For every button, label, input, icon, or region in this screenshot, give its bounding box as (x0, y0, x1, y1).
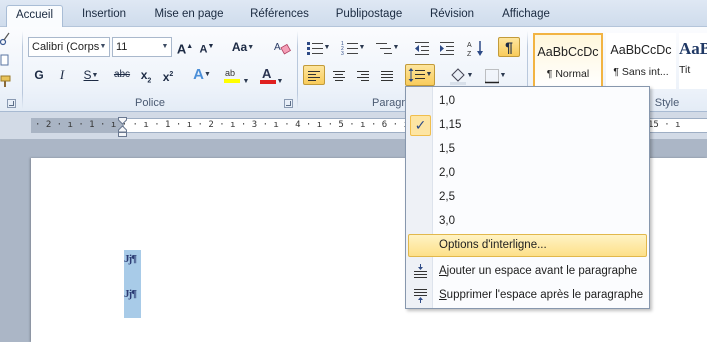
document-line[interactable]: Jj¶ (124, 253, 137, 265)
increase-indent-icon[interactable] (438, 37, 456, 57)
ruler-ticks: · 2 · ı · 1 · ı · · ı · 1 · ı · 2 · ı · … (35, 120, 464, 130)
change-case-icon[interactable]: Aa▼ (229, 37, 257, 57)
format-painter-icon[interactable] (0, 74, 12, 88)
menu-item-label: 1,5 (439, 143, 455, 155)
menu-item-label: 2,5 (439, 191, 455, 203)
line-spacing-button[interactable]: ▼ (405, 64, 435, 86)
tab-mise-en-page[interactable]: Mise en page (146, 5, 232, 27)
font-color-icon[interactable]: A ▼ (256, 65, 286, 85)
strikethrough-icon[interactable]: abc (112, 65, 132, 85)
subscript-icon[interactable]: x2 (138, 65, 154, 85)
menu-item-label: 1,15 (439, 119, 462, 131)
style-name: Tit (679, 64, 691, 76)
sort-icon[interactable]: AZ (466, 37, 486, 58)
line-spacing-option-1-15[interactable]: ✓ 1,15 (408, 114, 647, 137)
menu-item-accelerator: S (439, 289, 447, 301)
style-normal[interactable]: AaBbCcDc ¶ Normal (533, 33, 603, 89)
bold-icon[interactable]: G (32, 65, 46, 85)
add-space-before-paragraph[interactable]: Ajouter un espace avant le paragraphe (408, 260, 647, 283)
font-dialog-launcher[interactable] (284, 99, 293, 108)
show-paragraph-marks-icon[interactable]: ¶ (498, 37, 520, 57)
ribbon-tab-bar: Accueil Insertion Mise en page Référence… (0, 0, 707, 28)
numbering-icon[interactable]: 1 2 3 ▼ (338, 37, 368, 57)
shrink-font-icon[interactable]: A▼ (198, 37, 216, 57)
menu-item-accelerator: A (439, 265, 447, 277)
align-left-icon[interactable] (303, 65, 325, 85)
borders-icon[interactable]: ▼ (480, 65, 510, 85)
style-sample: AaBbCcDc (537, 45, 599, 59)
chevron-down-icon[interactable]: ▼ (159, 38, 171, 56)
add-space-before-icon (413, 264, 428, 279)
line-spacing-option-2-5[interactable]: 2,5 (408, 186, 647, 209)
checkmark-icon: ✓ (410, 115, 431, 136)
justify-icon[interactable] (376, 65, 398, 85)
decrease-indent-icon[interactable] (413, 37, 431, 57)
menu-item-label: 2,0 (439, 167, 455, 179)
style-title[interactable]: AaB Tit (679, 33, 707, 89)
tab-revision[interactable]: Révision (422, 5, 482, 27)
menu-item-label: 1,0 (439, 95, 455, 107)
tab-insertion[interactable]: Insertion (70, 5, 138, 27)
svg-text:3: 3 (341, 51, 344, 56)
font-size-combo[interactable]: 11 ▼ (112, 37, 172, 57)
svg-text:Z: Z (467, 51, 472, 57)
line-spacing-option-1-0[interactable]: 1,0 (408, 90, 647, 113)
font-group-label: Police (135, 97, 165, 109)
chevron-down-icon[interactable]: ▼ (97, 38, 109, 56)
style-sample: AaB (679, 39, 707, 58)
line-spacing-option-1-5[interactable]: 1,5 (408, 138, 647, 161)
svg-text:A: A (262, 66, 272, 81)
menu-item-label: Options d'interligne... (439, 239, 547, 251)
highlight-color-icon[interactable]: ab ▼ (221, 65, 251, 85)
style-no-spacing[interactable]: AaBbCcDc ¶ Sans int... (606, 33, 676, 89)
style-sample: AaBbCcDc (610, 43, 672, 57)
underline-icon[interactable]: S▼ (80, 65, 102, 85)
line-spacing-option-3-0[interactable]: 3,0 (408, 210, 647, 233)
document-line[interactable]: Jj¶ (124, 288, 137, 300)
tab-accueil[interactable]: Accueil (6, 5, 63, 28)
svg-text:ab: ab (225, 68, 235, 78)
superscript-icon[interactable]: x2 (160, 65, 176, 85)
menu-item-label: jouter un espace avant le paragraphe (446, 265, 638, 277)
style-name: ¶ Sans int... (613, 66, 669, 78)
style-name: ¶ Normal (546, 68, 590, 80)
indent-marker-icon[interactable] (118, 117, 127, 137)
text-effects-icon[interactable]: A▼ (190, 65, 214, 85)
tab-references[interactable]: Références (243, 5, 316, 27)
grow-font-icon[interactable]: A▲ (176, 37, 194, 57)
line-spacing-option-2-0[interactable]: 2,0 (408, 162, 647, 185)
copy-icon[interactable] (0, 53, 10, 67)
menu-item-label: upprimer l'espace après le paragraphe (446, 289, 644, 301)
font-name-value: Calibri (Corps (32, 41, 100, 53)
group-separator (22, 31, 23, 109)
font-name-combo[interactable]: Calibri (Corps ▼ (28, 37, 110, 57)
align-center-icon[interactable] (328, 65, 350, 85)
svg-text:A: A (467, 42, 472, 49)
group-separator (297, 31, 298, 109)
bullets-icon[interactable]: ▼ (303, 37, 333, 57)
multilevel-list-icon[interactable]: ▼ (372, 37, 402, 57)
cut-icon[interactable] (0, 32, 10, 46)
shading-icon[interactable]: ▼ (446, 65, 476, 85)
italic-icon[interactable]: I (55, 65, 69, 85)
line-spacing-menu: 1,0 ✓ 1,15 1,5 2,0 2,5 3,0 Options d'int… (405, 86, 650, 309)
font-size-value: 11 (116, 41, 128, 53)
line-spacing-options-item[interactable]: Options d'interligne... (408, 234, 647, 257)
remove-space-after-icon (413, 288, 428, 303)
menu-item-label: 3,0 (439, 215, 455, 227)
clipboard-dialog-launcher[interactable] (7, 99, 16, 108)
tab-affichage[interactable]: Affichage (494, 5, 558, 27)
align-right-icon[interactable] (352, 65, 374, 85)
tab-publipostage[interactable]: Publipostage (327, 5, 411, 27)
svg-text:A: A (274, 42, 281, 53)
remove-space-after-paragraph[interactable]: Supprimer l'espace après le paragraphe (408, 284, 647, 307)
clear-formatting-icon[interactable]: A (272, 37, 292, 57)
ruler-ticks-right: 15 · ı (648, 120, 681, 130)
